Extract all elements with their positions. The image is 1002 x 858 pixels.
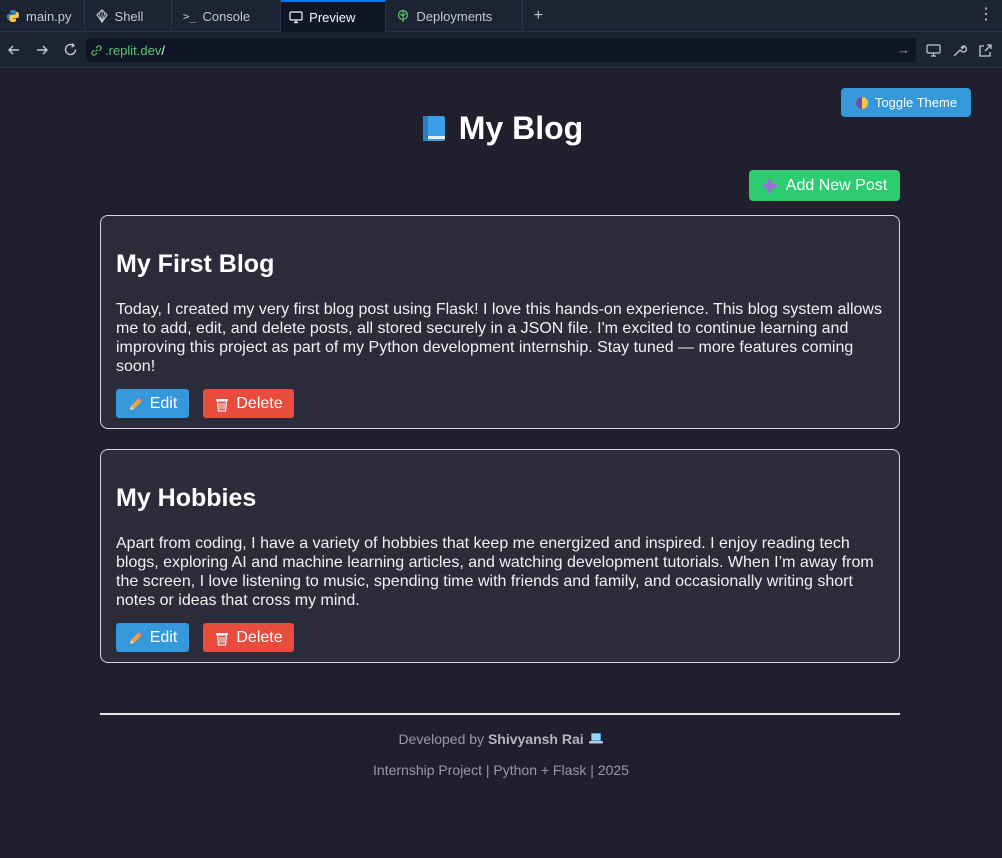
book-icon <box>419 113 449 151</box>
more-options-icon[interactable]: ⋮ <box>978 7 994 23</box>
new-tab-button[interactable]: + <box>523 0 553 31</box>
back-button[interactable] <box>0 36 28 64</box>
devices-icon[interactable] <box>924 41 942 59</box>
console-icon: >_ <box>182 9 197 23</box>
tab-main-py[interactable]: main.py <box>0 0 85 32</box>
laptop-icon <box>588 731 604 747</box>
post-body: Apart from coding, I have a variety of h… <box>116 535 874 609</box>
preview-tools <box>924 41 994 59</box>
toggle-theme-label: Toggle Theme <box>874 95 958 110</box>
plus-icon: + <box>533 6 543 24</box>
tab-shell[interactable]: Shell <box>85 0 173 32</box>
preview-url-bar: .replit.dev / → <box>0 32 1002 68</box>
add-new-post-label: Add New Post <box>785 176 888 194</box>
delete-button[interactable]: Delete <box>203 389 294 418</box>
go-arrow-icon[interactable]: → <box>897 42 910 57</box>
plus-icon <box>762 178 777 193</box>
post-title: My First Blog <box>116 250 275 278</box>
footer-divider <box>100 713 900 715</box>
workspace-tab-bar: main.py Shell >_ Console Preview Deploym… <box>0 0 1002 32</box>
page-title: My Blog <box>0 110 1002 151</box>
developer-name: Shivyansh Rai <box>487 731 584 747</box>
footer-credit-prefix: Developed by <box>398 731 485 747</box>
reload-icon <box>64 43 76 56</box>
python-icon <box>6 9 20 23</box>
link-icon <box>91 44 102 56</box>
tab-label: main.py <box>26 8 72 24</box>
trash-icon <box>216 632 229 646</box>
tab-console[interactable]: >_ Console <box>172 0 282 32</box>
footer-project-line: Internship Project | Python + Flask | 20… <box>373 762 629 778</box>
url-path: / <box>161 42 165 58</box>
tab-label: Preview <box>309 9 356 25</box>
deployments-icon <box>396 9 410 23</box>
edit-button[interactable]: Edit <box>116 623 189 652</box>
arrow-left-icon <box>8 45 19 54</box>
wrench-icon[interactable] <box>950 41 968 59</box>
delete-label: Delete <box>236 394 283 412</box>
trash-icon <box>216 398 229 412</box>
post-card: My Hobbies Apart from coding, I have a v… <box>100 449 900 663</box>
post-title: My Hobbies <box>116 484 257 512</box>
tab-label: Deployments <box>416 8 493 24</box>
reload-button[interactable] <box>56 36 84 64</box>
arrow-right-icon <box>37 45 48 54</box>
tab-label: Console <box>202 8 251 24</box>
page-title-text: My Blog <box>458 110 584 146</box>
edit-label: Edit <box>149 394 178 412</box>
pencil-icon <box>129 397 142 410</box>
post-actions: Edit Delete <box>116 623 294 652</box>
url-input[interactable]: .replit.dev / → <box>86 38 916 62</box>
edit-label: Edit <box>149 628 178 646</box>
shell-icon <box>95 9 109 23</box>
preview-icon <box>289 10 303 24</box>
open-new-window-icon[interactable] <box>976 41 994 59</box>
tab-preview[interactable]: Preview <box>281 0 387 32</box>
footer-credit: Developed by Shivyansh Rai <box>0 731 1002 747</box>
tab-deployments[interactable]: Deployments <box>386 0 524 32</box>
forward-button[interactable] <box>28 36 56 64</box>
delete-button[interactable]: Delete <box>203 623 294 652</box>
tab-label: Shell <box>114 8 144 24</box>
post-actions: Edit Delete <box>116 389 294 418</box>
delete-label: Delete <box>236 628 283 646</box>
post-body: Today, I created my very first blog post… <box>116 301 882 375</box>
post-card: My First Blog Today, I created my very f… <box>100 215 900 429</box>
blog-page: Toggle Theme My Blog Add New Post My Fir… <box>0 68 1002 858</box>
pencil-icon <box>129 631 142 644</box>
url-host: .replit.dev <box>105 42 162 58</box>
half-moon-icon <box>855 96 868 109</box>
edit-button[interactable]: Edit <box>116 389 189 418</box>
add-new-post-button[interactable]: Add New Post <box>749 170 900 201</box>
